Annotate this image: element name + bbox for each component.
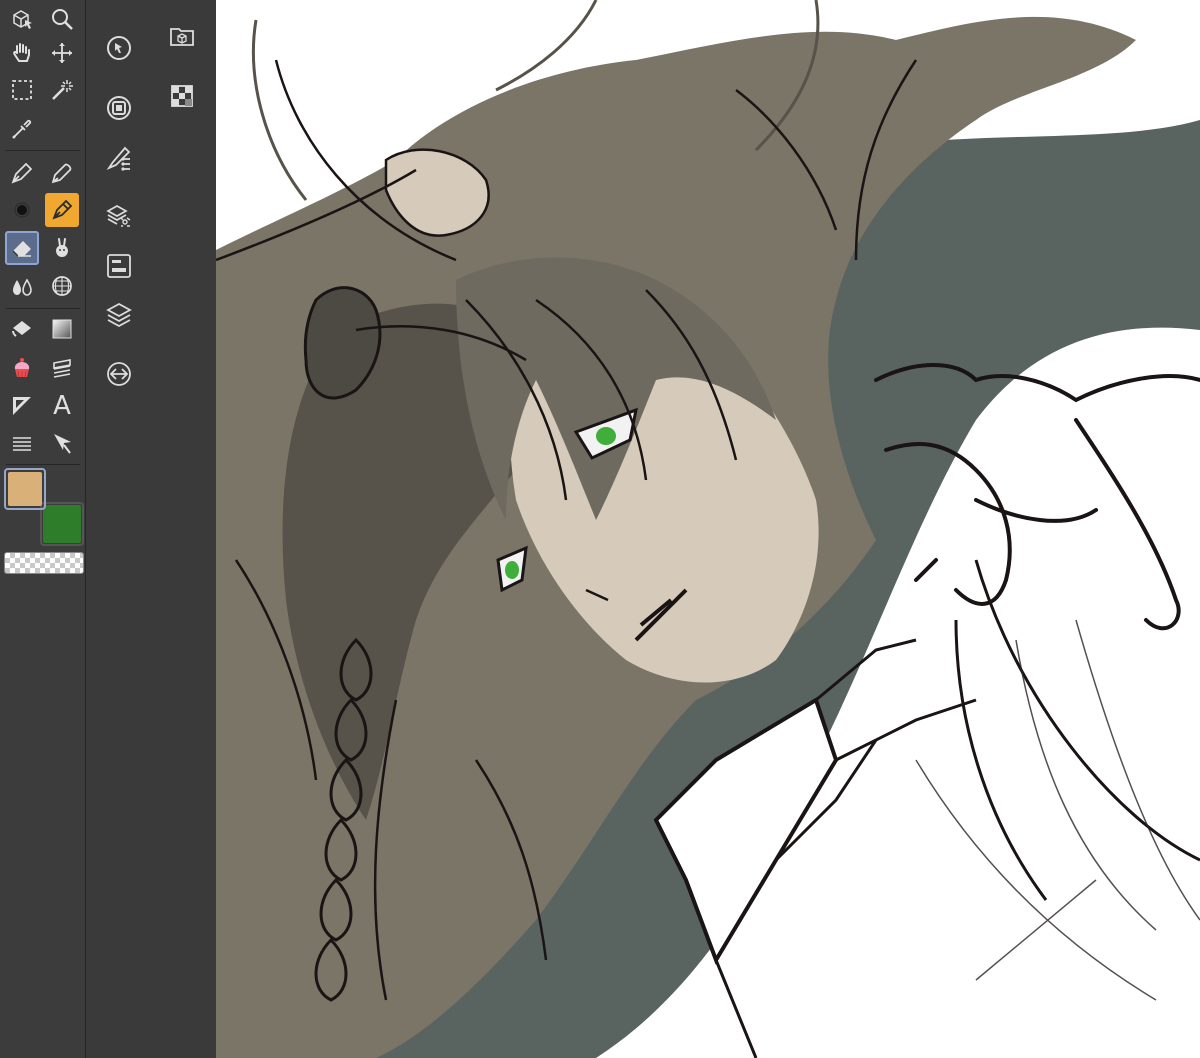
operation-tool[interactable] — [5, 389, 39, 423]
layer-button[interactable] — [101, 297, 137, 333]
main-color-fill — [8, 472, 42, 506]
text-tool[interactable]: A — [45, 389, 79, 423]
sub-color-fill — [43, 505, 81, 543]
cube-cursor-icon — [13, 10, 32, 29]
blend-tool[interactable] — [45, 231, 79, 265]
airbrush-tool[interactable] — [5, 193, 39, 227]
iris-right — [596, 427, 616, 445]
move-tool[interactable] — [45, 36, 79, 70]
text-icon: A — [53, 391, 71, 421]
main-color-swatch[interactable] — [4, 468, 46, 510]
folder-cube-icon — [170, 28, 194, 46]
decoration-pen-icon — [52, 199, 73, 220]
pencil-tool[interactable] — [45, 156, 79, 190]
tool-separator — [6, 150, 80, 151]
navigator-icon — [107, 36, 131, 60]
balloon-tool[interactable] — [5, 426, 39, 460]
brush-settings-icon — [106, 146, 131, 171]
selection-tool[interactable] — [5, 73, 39, 107]
rabbit-icon — [56, 238, 68, 257]
color-ring-icon — [107, 96, 131, 120]
brush-tool[interactable] — [5, 269, 39, 303]
grid-sphere-icon — [52, 276, 72, 296]
triangle-ruler-icon — [13, 397, 31, 415]
droplets-icon — [13, 278, 32, 296]
layer-property-button[interactable] — [101, 248, 137, 284]
magic-wand-icon — [52, 80, 73, 100]
drawing-canvas[interactable] — [216, 0, 1200, 1058]
sub-color-swatch[interactable] — [40, 502, 84, 546]
arrow-cursor-icon — [54, 434, 71, 454]
decoration-tool[interactable] — [45, 193, 79, 227]
arrows-circle-icon — [107, 362, 131, 386]
navigator-button[interactable] — [101, 30, 137, 66]
airbrush-dot-icon — [14, 202, 30, 218]
stack-layers-icon — [106, 302, 132, 328]
iris-left — [505, 561, 519, 579]
correct-line-tool[interactable] — [45, 426, 79, 460]
lines-icon — [13, 437, 31, 451]
fill-tool[interactable] — [5, 312, 39, 346]
hand-tool[interactable] — [5, 36, 39, 70]
tool-separator — [6, 464, 80, 465]
ruler-tool[interactable] — [5, 351, 39, 385]
color-set-button[interactable] — [164, 78, 200, 114]
material-button[interactable] — [164, 18, 200, 54]
sub-tool-detail-button[interactable] — [101, 198, 137, 234]
eraser-tool[interactable] — [5, 231, 39, 265]
color-set-grid-icon — [171, 85, 193, 107]
layers-property-icon — [106, 205, 131, 227]
bucket-icon — [12, 321, 31, 337]
color-circle-button[interactable] — [101, 90, 137, 126]
move-arrows-icon — [52, 43, 72, 63]
history-button[interactable] — [101, 356, 137, 392]
artwork-illustration — [216, 0, 1200, 1058]
zoom-tool[interactable] — [45, 2, 79, 36]
marquee-icon — [12, 80, 32, 100]
eraser-icon — [12, 241, 31, 257]
gradient-tool[interactable] — [45, 312, 79, 346]
figure-tool[interactable] — [45, 269, 79, 303]
gradient-square-icon — [52, 319, 72, 339]
panel-icon — [107, 254, 131, 278]
pen-nib-icon — [11, 162, 33, 184]
pen-tool[interactable] — [5, 156, 39, 190]
tool-palette: A — [0, 0, 86, 1058]
frame-tool[interactable] — [45, 351, 79, 385]
layers-frame-icon — [53, 359, 71, 378]
eyedropper-tool[interactable] — [5, 112, 39, 146]
tool-property-button[interactable] — [101, 140, 137, 176]
eyedropper-icon — [12, 119, 32, 139]
magnifier-icon — [52, 9, 73, 30]
pencil-nib-icon — [51, 163, 72, 184]
auto-select-tool[interactable] — [45, 73, 79, 107]
transparent-color-swatch[interactable] — [4, 552, 84, 574]
tool-separator — [6, 308, 80, 309]
palette-bar — [86, 0, 216, 1058]
cupcake-icon — [14, 358, 30, 378]
hand-icon — [13, 43, 30, 62]
sub-view-tool[interactable] — [5, 2, 39, 36]
